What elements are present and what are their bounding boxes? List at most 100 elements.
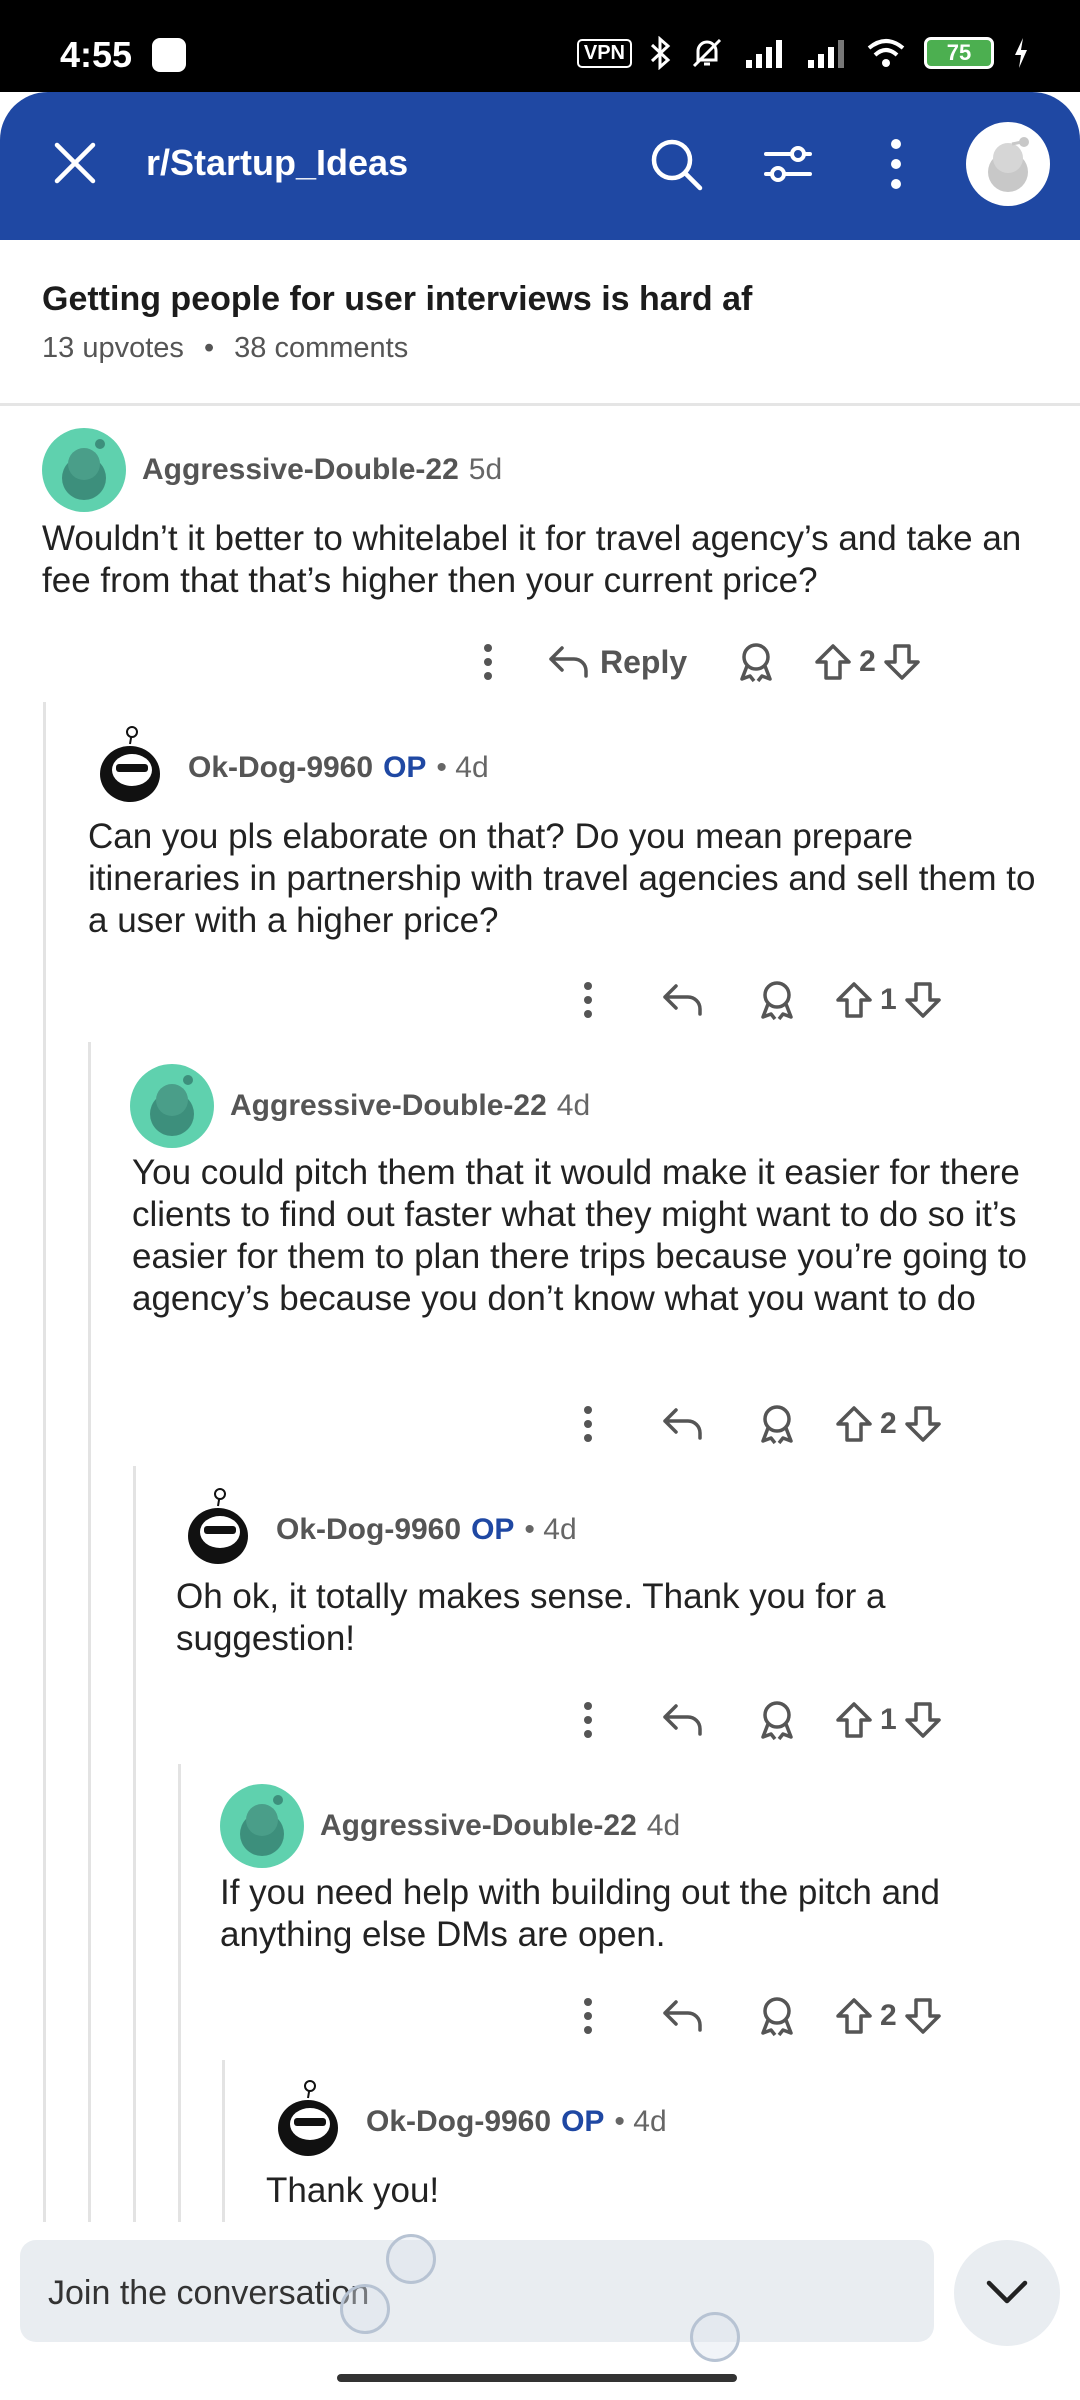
reply-label: Reply — [600, 643, 688, 680]
award-button[interactable] — [721, 632, 791, 692]
comment-author[interactable]: Aggressive-Double-22 — [142, 453, 459, 487]
reply-button[interactable] — [648, 970, 718, 1030]
snoo-avatar-icon — [278, 2080, 338, 2156]
comment-body: Thank you! — [266, 2171, 440, 2210]
status-time: 4:55 — [60, 34, 133, 75]
downvote-icon[interactable] — [882, 642, 922, 682]
vote-control: 1 — [834, 1690, 943, 1750]
comment-actions: 2 — [568, 1394, 943, 1454]
reply-button[interactable]: Reply — [548, 632, 687, 692]
upvote-icon[interactable] — [834, 1404, 874, 1444]
comment-actions: 1 — [568, 1690, 943, 1750]
close-icon — [54, 142, 96, 184]
reply-icon — [663, 2000, 702, 2032]
thread-line[interactable] — [43, 702, 46, 2240]
comment-author[interactable]: Aggressive-Double-22 — [320, 1809, 637, 1843]
close-button[interactable] — [42, 130, 108, 196]
more-vertical-icon — [584, 1702, 592, 1738]
comment-header: Ok-Dog-9960 OP • 4d — [88, 726, 489, 810]
comment-author[interactable]: Ok-Dog-9960 — [188, 751, 373, 785]
reply-icon — [663, 1704, 702, 1736]
join-conversation-placeholder: Join the conversation — [48, 2274, 370, 2312]
more-options-button[interactable] — [568, 1394, 608, 1454]
award-icon — [761, 981, 793, 1021]
award-icon — [740, 643, 772, 683]
avatar[interactable] — [220, 1784, 304, 1868]
comment-actions: 2 — [568, 1986, 943, 2046]
filter-icon — [764, 146, 812, 182]
downvote-icon[interactable] — [903, 1404, 943, 1444]
meta-separator: • — [203, 332, 215, 364]
avatar[interactable] — [42, 428, 126, 512]
reply-button[interactable] — [648, 1394, 718, 1454]
post-meta: 13 upvotes • 38 comments — [42, 332, 408, 365]
user-avatar-button[interactable] — [966, 122, 1050, 206]
vote-control: 2 — [813, 632, 922, 692]
more-vertical-icon — [584, 1998, 592, 2034]
award-button[interactable] — [742, 1394, 812, 1454]
comment-author[interactable]: Ok-Dog-9960 — [276, 1513, 461, 1547]
battery-icon: 75 — [924, 37, 994, 69]
comment-header: Ok-Dog-9960 OP • 4d — [266, 2080, 667, 2164]
more-options-button[interactable] — [568, 1986, 608, 2046]
subreddit-title[interactable]: r/Startup_Ideas — [146, 142, 408, 184]
op-badge: OP — [471, 1513, 515, 1546]
op-badge: OP — [383, 751, 427, 784]
home-indicator[interactable] — [337, 2374, 737, 2382]
snoo-avatar-icon — [188, 1488, 248, 1564]
upvote-icon[interactable] — [834, 1700, 874, 1740]
reply-icon — [549, 646, 588, 678]
post-header[interactable]: Getting people for user interviews is ha… — [0, 240, 1080, 406]
comment-author[interactable]: Aggressive-Double-22 — [230, 1089, 547, 1123]
more-options-button[interactable] — [468, 632, 508, 692]
thread-line[interactable] — [178, 1764, 181, 2240]
award-button[interactable] — [742, 1690, 812, 1750]
comment-count: 38 comments — [234, 332, 409, 364]
more-options-button[interactable] — [568, 1690, 608, 1750]
comment-header: Aggressive-Double-22 4d — [220, 1784, 680, 1868]
thread-line[interactable] — [88, 1042, 91, 2240]
award-button[interactable] — [742, 970, 812, 1030]
avatar[interactable] — [266, 2080, 350, 2164]
op-badge: OP — [561, 2105, 605, 2138]
upvote-icon[interactable] — [813, 642, 853, 682]
avatar[interactable] — [88, 726, 172, 810]
comment-time: • 4d — [614, 2105, 667, 2138]
downvote-icon[interactable] — [903, 1700, 943, 1740]
reply-button[interactable] — [648, 1690, 718, 1750]
vote-count: 2 — [880, 1407, 897, 1440]
more-options-button[interactable] — [568, 970, 608, 1030]
charging-icon — [1015, 38, 1027, 68]
touch-indicator — [340, 2284, 390, 2334]
award-button[interactable] — [742, 1986, 812, 2046]
more-options-button[interactable] — [864, 132, 928, 196]
more-vertical-icon — [891, 139, 901, 189]
avatar[interactable] — [176, 1488, 260, 1572]
snoo-avatar-icon — [988, 137, 1029, 192]
post-title[interactable]: Getting people for user interviews is ha… — [42, 280, 752, 319]
vote-count: 1 — [880, 1703, 897, 1736]
comment-author[interactable]: Ok-Dog-9960 — [366, 2105, 551, 2139]
filter-button[interactable] — [756, 132, 820, 196]
comment-body: Oh ok, it totally makes sense. Thank you… — [176, 1577, 886, 1658]
upvote-icon[interactable] — [834, 1996, 874, 2036]
upvote-icon[interactable] — [834, 980, 874, 1020]
comment-body: If you need help with building out the p… — [220, 1873, 940, 1954]
more-vertical-icon — [584, 1406, 592, 1442]
snoo-avatar-icon — [150, 1075, 194, 1136]
mute-icon — [692, 38, 722, 68]
vpn-icon: VPN — [576, 38, 632, 68]
reply-button[interactable] — [648, 1986, 718, 2046]
downvote-icon[interactable] — [903, 1996, 943, 2036]
thread-line[interactable] — [222, 2060, 225, 2240]
avatar[interactable] — [130, 1064, 214, 1148]
vote-control: 2 — [834, 1986, 943, 2046]
downvote-icon[interactable] — [903, 980, 943, 1020]
search-button[interactable] — [644, 132, 708, 196]
thread-line[interactable] — [133, 1466, 136, 2240]
comment-body: You could pitch them that it would make … — [132, 1153, 1027, 1318]
next-comment-button[interactable] — [954, 2240, 1060, 2346]
vote-count: 1 — [880, 983, 897, 1016]
join-conversation-input[interactable]: Join the conversation — [20, 2240, 934, 2342]
snoo-avatar-icon — [62, 439, 106, 500]
